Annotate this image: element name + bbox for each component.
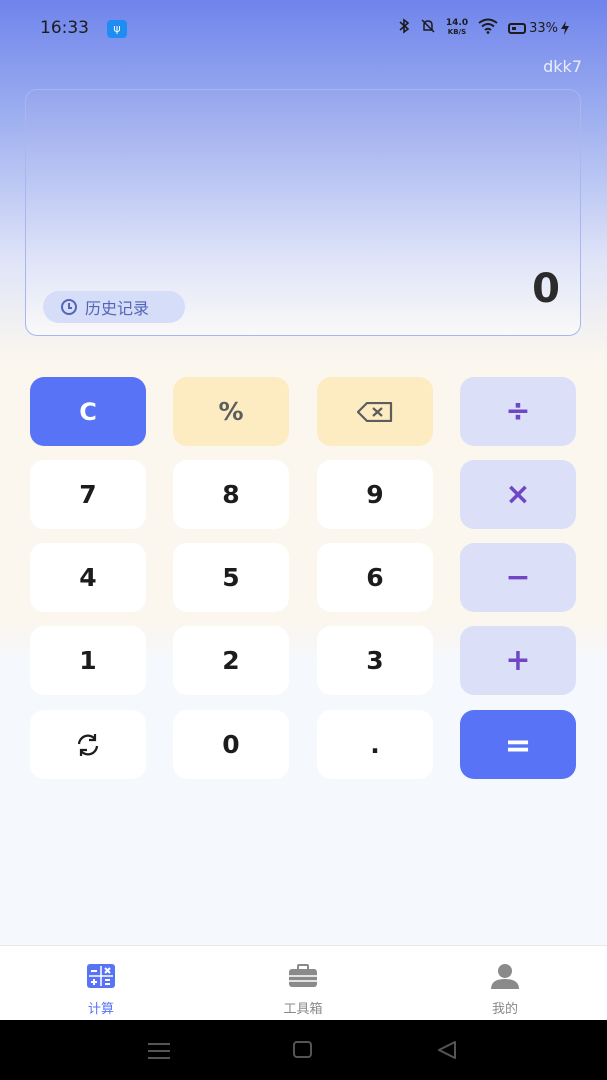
home-icon[interactable]	[293, 1041, 312, 1058]
digit-9-button[interactable]: 9	[317, 460, 433, 529]
divide-button[interactable]: ÷	[460, 377, 576, 446]
battery-percent: 33%	[529, 20, 558, 36]
tab-profile[interactable]: 我的	[404, 946, 606, 1021]
status-bar: 16:33 ψ 14.0 KB/S 33%	[0, 0, 607, 60]
plus-button[interactable]: +	[460, 626, 576, 695]
result-value: 0	[532, 266, 560, 312]
digit-6-button[interactable]: 6	[317, 543, 433, 612]
toolbox-icon	[289, 964, 317, 987]
tab-calculator[interactable]: 计算	[0, 946, 202, 1021]
network-speed: 14.0 KB/S	[446, 19, 468, 37]
digit-2-button[interactable]: 2	[173, 626, 289, 695]
tab-label: 工具箱	[283, 1002, 323, 1017]
calculator-icon	[87, 964, 115, 988]
multiply-button[interactable]: ×	[460, 460, 576, 529]
recent-apps-icon[interactable]	[148, 1043, 170, 1064]
refresh-icon	[77, 733, 99, 756]
digit-7-button[interactable]: 7	[30, 460, 146, 529]
bottom-tab-bar: 计算 工具箱 我的	[0, 945, 607, 1021]
convert-button[interactable]	[30, 710, 146, 779]
tab-label: 我的	[491, 1002, 518, 1017]
wifi-icon	[478, 18, 498, 38]
digit-8-button[interactable]: 8	[173, 460, 289, 529]
status-time: 16:33	[40, 18, 89, 38]
equals-button[interactable]: =	[460, 710, 576, 779]
digit-3-button[interactable]: 3	[317, 626, 433, 695]
battery-icon	[508, 22, 527, 34]
backspace-button[interactable]	[317, 377, 433, 446]
charging-icon	[561, 21, 569, 35]
tab-toolbox[interactable]: 工具箱	[202, 946, 404, 1021]
history-label: 历史记录	[85, 299, 150, 318]
clock-icon	[61, 299, 77, 315]
battery-indicator: 33%	[508, 21, 569, 36]
status-icons: 14.0 KB/S 33%	[398, 18, 569, 38]
network-speed-unit: KB/S	[447, 28, 467, 36]
clear-button[interactable]: C	[30, 377, 146, 446]
person-icon	[491, 964, 519, 989]
backspace-icon	[357, 401, 393, 422]
network-speed-value: 14.0	[445, 18, 469, 28]
digit-0-button[interactable]: 0	[173, 710, 289, 779]
digit-5-button[interactable]: 5	[173, 543, 289, 612]
mute-bell-icon	[420, 18, 436, 38]
digit-4-button[interactable]: 4	[30, 543, 146, 612]
calculator-display: 历史记录 0	[25, 89, 581, 336]
tab-label: 计算	[87, 1002, 114, 1017]
usb-icon: ψ	[107, 20, 127, 38]
percent-button[interactable]: %	[173, 377, 289, 446]
back-icon[interactable]	[437, 1041, 457, 1059]
digit-1-button[interactable]: 1	[30, 626, 146, 695]
decimal-button[interactable]: .	[317, 710, 433, 779]
bluetooth-icon	[398, 18, 410, 38]
history-button[interactable]: 历史记录	[43, 291, 185, 323]
minus-button[interactable]: −	[460, 543, 576, 612]
username-label: dkk7	[543, 57, 582, 76]
